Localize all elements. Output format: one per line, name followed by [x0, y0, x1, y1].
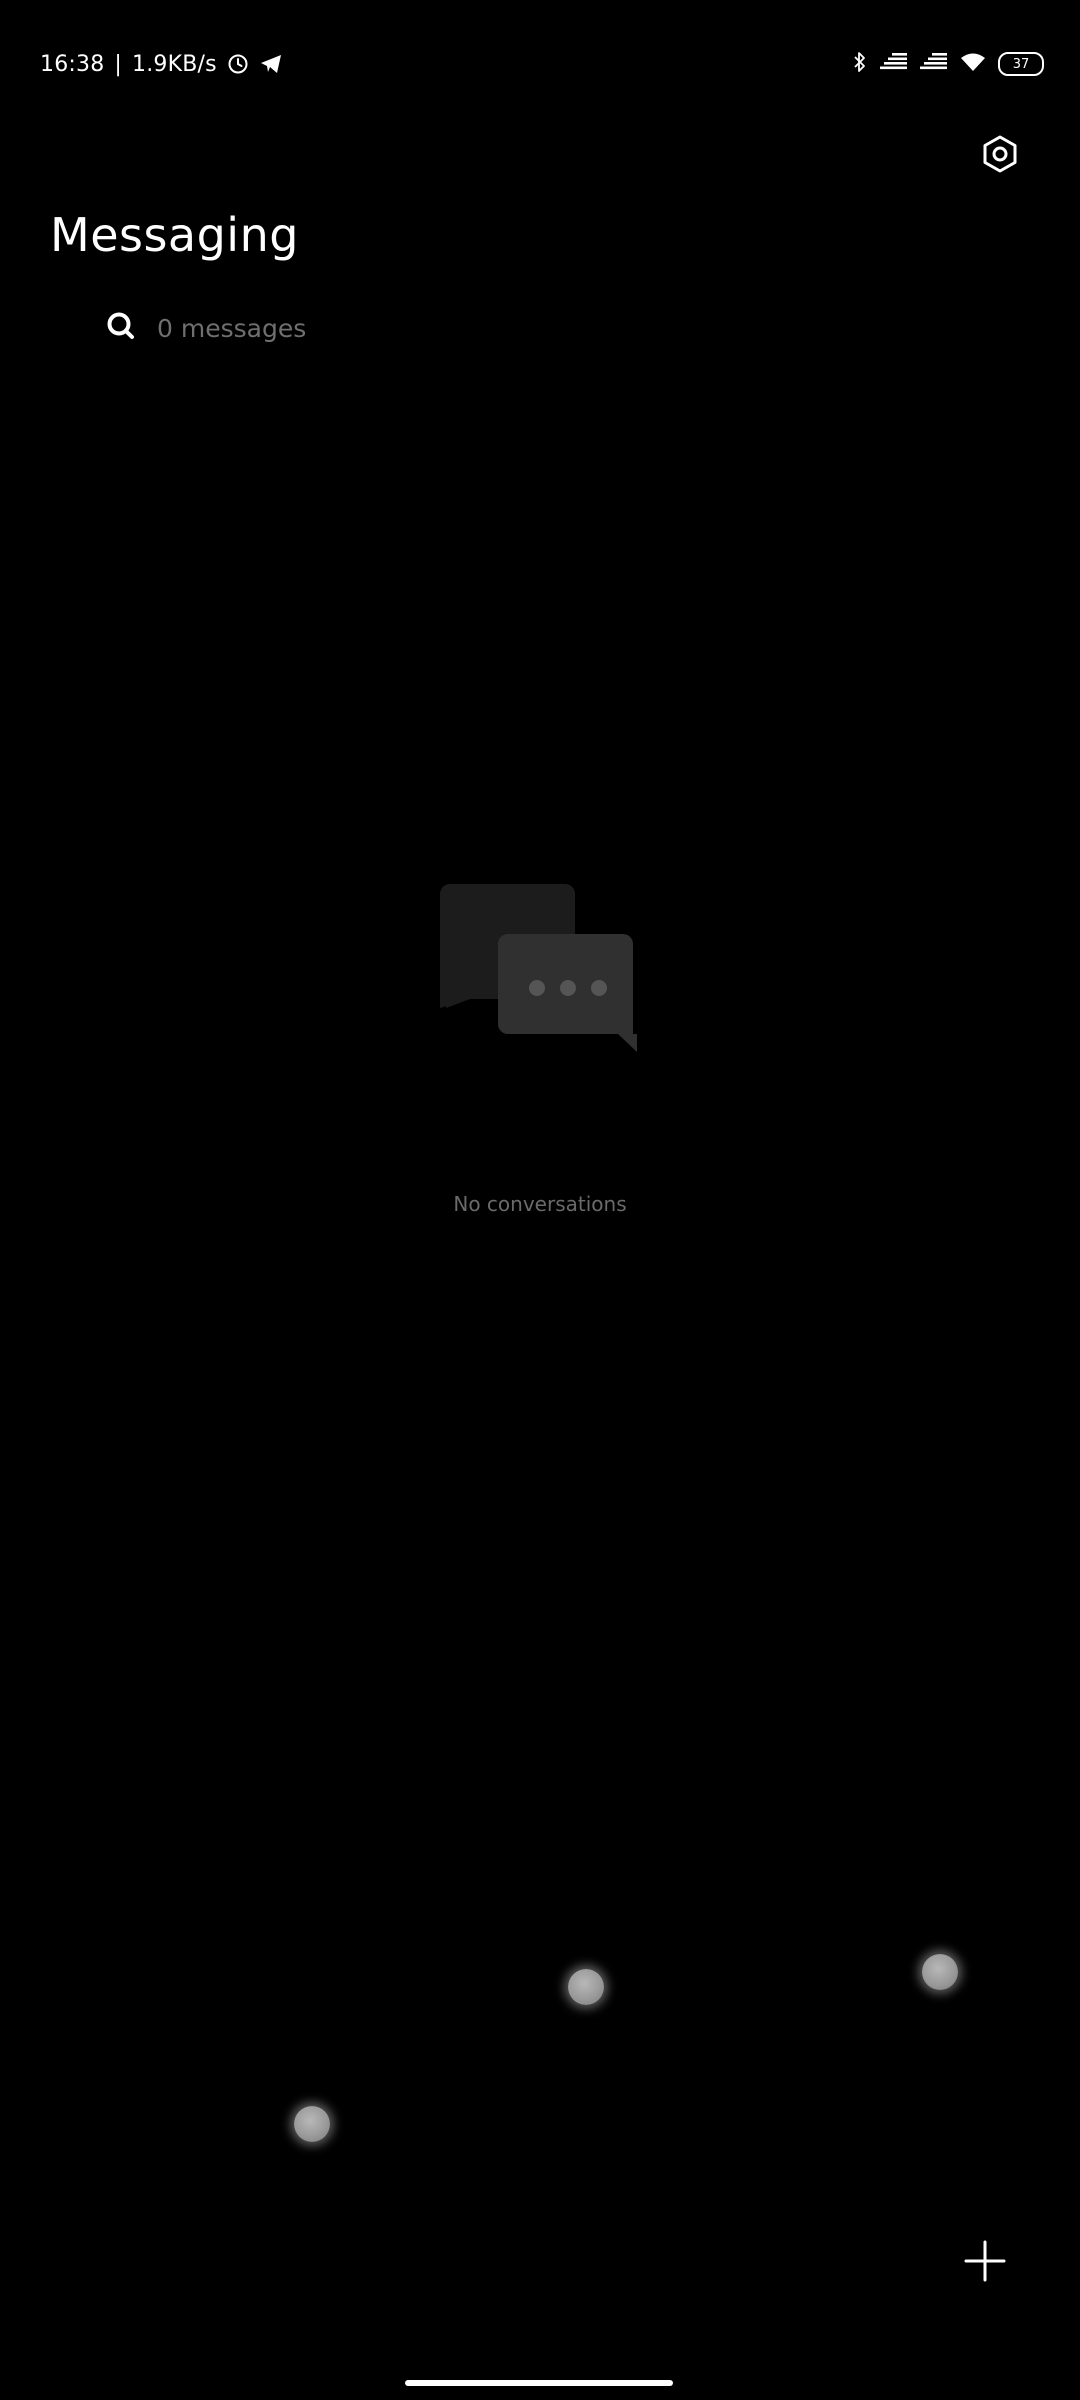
search-icon [105, 310, 137, 346]
new-conversation-button[interactable] [960, 2238, 1010, 2288]
signal-icon [880, 52, 908, 76]
touch-indicator-dot [922, 1954, 958, 1990]
home-indicator[interactable] [405, 2380, 673, 2386]
search-bar[interactable]: 0 messages [105, 308, 306, 348]
page-title: Messaging [50, 208, 299, 262]
settings-icon [980, 134, 1020, 178]
chat-bubbles-icon [440, 884, 640, 1064]
status-left: 16:38 | 1.9KB/s [40, 44, 283, 84]
touch-indicator-dot [568, 1969, 604, 2005]
settings-button[interactable] [978, 134, 1022, 178]
search-label: 0 messages [157, 313, 307, 343]
battery-level: 37 [1012, 56, 1030, 72]
alarm-icon [227, 53, 249, 75]
status-separator: | [114, 51, 123, 77]
empty-state-message: No conversations [453, 1192, 627, 1216]
bluetooth-icon [852, 50, 868, 78]
network-speed: 1.9KB/s [132, 51, 217, 77]
touch-indicator-dot [294, 2106, 330, 2142]
battery-icon: 37 [998, 52, 1044, 76]
signal-icon [920, 52, 948, 76]
telegram-icon [259, 53, 283, 75]
wifi-icon [960, 52, 986, 76]
status-bar: 16:38 | 1.9KB/s 37 [0, 0, 1080, 128]
status-right: 37 [852, 46, 1044, 82]
status-time: 16:38 [40, 51, 105, 77]
plus-icon [963, 2239, 1007, 2287]
